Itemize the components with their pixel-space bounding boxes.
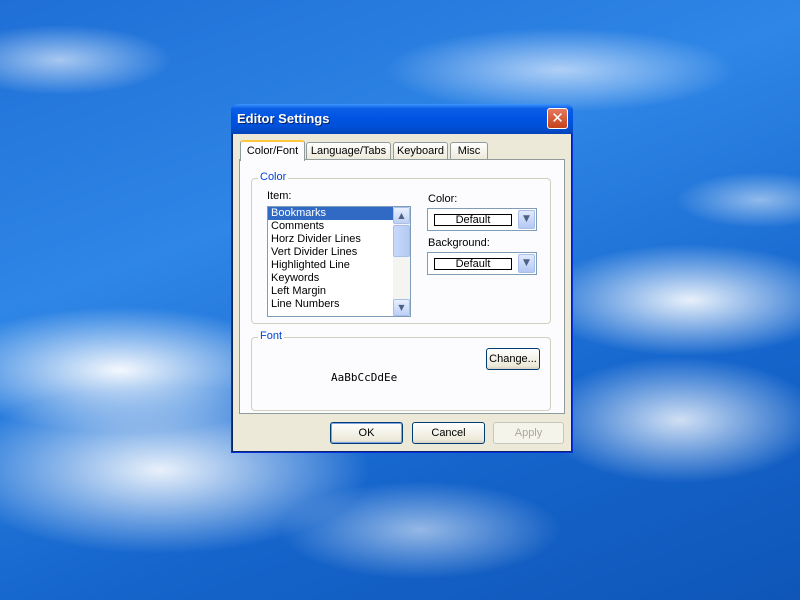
scroll-down-button[interactable]: ▼ — [393, 299, 410, 316]
title-bar[interactable]: Editor Settings ✕ — [231, 104, 573, 134]
color-dropdown-button[interactable]: ▼ — [518, 210, 535, 229]
background-label: Background: — [428, 237, 490, 249]
background-dropdown[interactable]: Default ▼ — [427, 252, 537, 275]
list-item-highlighted-line[interactable]: Highlighted Line — [268, 259, 410, 272]
window-title: Editor Settings — [237, 111, 330, 126]
chevron-down-icon: ▼ — [523, 214, 530, 224]
list-item-vert-divider-lines[interactable]: Vert Divider Lines — [268, 246, 410, 259]
font-groupbox: Font Change... AaBbCcDdEe — [251, 330, 551, 411]
apply-button[interactable]: Apply — [493, 422, 564, 444]
chevron-down-icon: ▼ — [523, 258, 530, 268]
font-group-title: Font — [258, 330, 285, 342]
chevron-down-icon: ▼ — [398, 303, 405, 312]
list-item-keywords[interactable]: Keywords — [268, 272, 410, 285]
color-groupbox: Color Item: Bookmarks Comments Horz Divi… — [251, 171, 551, 324]
list-item-bookmarks[interactable]: Bookmarks — [268, 207, 410, 220]
editor-settings-dialog: Editor Settings ✕ Color/Font Language/Ta… — [231, 104, 573, 453]
list-item-comments[interactable]: Comments — [268, 220, 410, 233]
color-dropdown-value: Default — [434, 214, 512, 226]
tab-keyboard[interactable]: Keyboard — [393, 142, 448, 160]
chevron-up-icon: ▲ — [398, 211, 405, 220]
background-dropdown-button[interactable]: ▼ — [518, 254, 535, 273]
tab-misc[interactable]: Misc — [450, 142, 488, 160]
color-label: Color: — [428, 193, 458, 205]
list-item-line-numbers[interactable]: Line Numbers — [268, 298, 410, 311]
scroll-up-button[interactable]: ▲ — [393, 207, 410, 224]
list-item-left-margin[interactable]: Left Margin — [268, 285, 410, 298]
color-group-title: Color — [258, 171, 289, 183]
color-font-panel: Color Item: Bookmarks Comments Horz Divi… — [239, 159, 565, 414]
color-dropdown[interactable]: Default ▼ — [427, 208, 537, 231]
list-scrollbar[interactable]: ▲ ▼ — [393, 207, 410, 316]
scroll-thumb[interactable] — [393, 225, 410, 257]
item-label: Item: — [267, 190, 292, 202]
font-sample: AaBbCcDdEe — [331, 371, 398, 384]
tab-language-tabs[interactable]: Language/Tabs — [306, 142, 391, 160]
ok-button[interactable]: OK — [330, 422, 403, 444]
close-button[interactable]: ✕ — [547, 108, 568, 129]
close-icon: ✕ — [551, 109, 564, 127]
change-font-button[interactable]: Change... — [486, 348, 540, 370]
item-listbox[interactable]: Bookmarks Comments Horz Divider Lines Ve… — [267, 206, 411, 317]
list-item-horz-divider-lines[interactable]: Horz Divider Lines — [268, 233, 410, 246]
cancel-button[interactable]: Cancel — [412, 422, 485, 444]
background-dropdown-value: Default — [434, 258, 512, 270]
tab-color-font[interactable]: Color/Font — [240, 140, 305, 161]
